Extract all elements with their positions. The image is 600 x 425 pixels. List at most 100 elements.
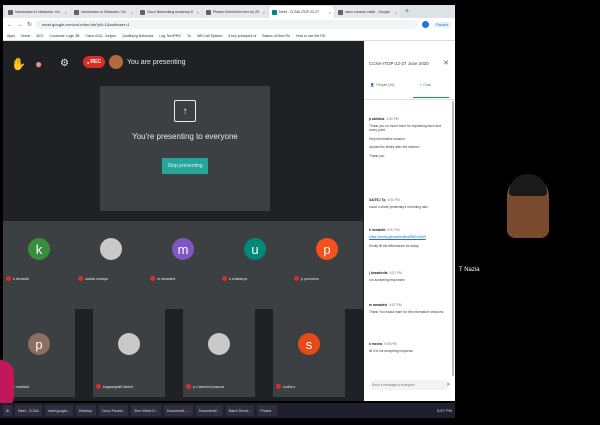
forward-icon[interactable]: →: [17, 22, 23, 28]
participant-tile[interactable]: sadulu madipa: [75, 221, 147, 309]
bookmark-item[interactable]: Home: [21, 34, 30, 38]
reload-icon[interactable]: ↻: [27, 21, 32, 28]
tab-chat[interactable]: ▪ Chat: [420, 83, 431, 87]
bookmark-item[interactable]: Yo: [187, 34, 191, 38]
bookmark-item[interactable]: Will Call System: [197, 34, 222, 38]
browser-tab[interactable]: Please Submit the form by 25 ×: [203, 6, 268, 18]
screen: Introduction to Networks- Cis × Introduct…: [0, 0, 600, 425]
participant-tile[interactable]: kupparapalli lokesh: [93, 309, 165, 397]
chat-message: m ramadevi 5:57 PM Thank You Nazia mam fo…: [369, 303, 449, 314]
chat-message: j bezadevila 5:51 PM not accepting respon…: [369, 271, 449, 282]
message-text: Kindly fill the Attendance for today: [369, 244, 419, 249]
close-icon[interactable]: ✕: [443, 59, 449, 67]
close-tab-icon[interactable]: ×: [131, 10, 133, 15]
participant-name-text: u chaitanya: [229, 276, 247, 281]
taskbar-item[interactable]: Zero Week O...: [131, 405, 161, 416]
back-icon[interactable]: ←: [7, 22, 13, 28]
participant-tile[interactable]: m m ramadevi: [147, 221, 219, 309]
message-sender: m ramadevi: [369, 303, 388, 307]
message-time: 5:51 PM: [389, 271, 402, 275]
close-tab-icon[interactable]: ×: [197, 10, 199, 15]
close-tab-icon[interactable]: ×: [263, 10, 265, 15]
paused-badge[interactable]: Paused: [433, 21, 451, 28]
stop-presenting-button[interactable]: Stop presenting: [162, 158, 208, 174]
taskbar-item[interactable]: Desktop: [75, 405, 96, 416]
mic-off-icon: [150, 276, 155, 281]
browser-tab[interactable]: cisco console cable - Google ×: [335, 6, 400, 18]
close-tab-icon[interactable]: ×: [329, 10, 331, 15]
participant-name: u chaitanya: [222, 276, 247, 281]
send-icon[interactable]: ➤: [446, 381, 451, 388]
attendance-form-link[interactable]: https://forms.gle/xxaNndbxaPBEuVbz9: [369, 235, 449, 240]
mic-off-icon: [6, 276, 11, 281]
bookmark-item[interactable]: Customer Login 3B: [50, 34, 80, 38]
participant-name-text: m ramadevi: [157, 276, 176, 281]
browser-tab-bar: Introduction to Networks- Cis × Introduct…: [3, 5, 455, 18]
bookmark-item[interactable]: Apps: [7, 34, 15, 38]
participant-name: kupparapalli lokesh: [96, 384, 133, 389]
start-icon[interactable]: ⊞: [3, 405, 12, 416]
message-text: could u share yesterday's recording also: [369, 204, 428, 209]
present-screen-icon: ↑: [174, 100, 196, 122]
taskbar-item[interactable]: Batch Servic...: [225, 405, 255, 416]
presenter-hair: [509, 174, 547, 196]
raise-hand-icon[interactable]: ✋: [11, 57, 26, 71]
taskbar-item[interactable]: Document1 -...: [163, 405, 193, 416]
browser-tab[interactable]: Introduction to Networks- Cis ×: [71, 6, 136, 18]
participant-tile[interactable]: u u chaitanya: [219, 221, 291, 309]
bookmark-item[interactable]: Basics of New Ro: [262, 34, 290, 38]
bookmark-item[interactable]: Qualifying Networks: [122, 34, 153, 38]
bookmark-item[interactable]: ACS: [36, 34, 43, 38]
meet-stage: ✋ ● ⚙ ● REC You are presenting ↑ You're p…: [3, 41, 364, 401]
presenter-name: T Nazia: [459, 267, 480, 273]
tab-people[interactable]: 👤 People (20): [370, 83, 394, 87]
address-bar: ← → ↻ meet.google.com/cvf-mfnn-bfn?pli=1…: [3, 18, 455, 31]
favicon-icon: [74, 9, 79, 15]
message-time: 5:51 PM: [387, 228, 400, 232]
mic-off-icon: [96, 384, 101, 389]
person-icon[interactable]: ●: [35, 57, 42, 71]
chat-panel: CCNA-ITDP-22-27 June 2020 ✕ 👤 People (20)…: [364, 41, 455, 401]
bookmark-item[interactable]: Log TechPRO: [159, 34, 181, 38]
taskbar-item[interactable]: Photos: [257, 405, 278, 416]
tab-chat-label: Chat: [423, 83, 431, 87]
profile-avatar[interactable]: [422, 21, 430, 28]
url-field[interactable]: meet.google.com/cvf-mfnn-bfn?pli=1&authu…: [36, 20, 419, 29]
browser-tab[interactable]: Cisco Networking Academy D ×: [137, 6, 202, 18]
chat-message: k hemanth 5:51 PM https://forms.gle/xxaNn…: [369, 228, 449, 249]
participant-photo: [118, 333, 140, 355]
close-tab-icon[interactable]: ×: [395, 10, 397, 15]
message-sender: p abhisha: [369, 117, 385, 121]
taskbar-item[interactable]: meet.google...: [44, 405, 73, 416]
participant-tile[interactable]: s sudha s: [273, 309, 345, 397]
bookmark-item[interactable]: How to use the RD: [296, 34, 325, 38]
participant-name-text: p madhavi: [13, 384, 30, 389]
active-tab-indicator: [413, 97, 449, 98]
close-tab-icon[interactable]: ×: [65, 10, 67, 15]
mic-off-icon: [186, 384, 191, 389]
taskbar-item[interactable]: Meet - CCNA: [14, 405, 42, 416]
tab-title: Meet - CCNA-ITDP-22-27: [279, 10, 320, 14]
participant-photo: [208, 333, 230, 355]
bookmark-item[interactable]: Cisco ASA : Juniper: [86, 34, 117, 38]
new-tab-button[interactable]: +: [401, 6, 413, 18]
message-sender: SAITEJ Tp: [369, 198, 386, 202]
participant-tile[interactable]: k k hemanth: [3, 221, 75, 309]
message-time: 4:50 PM: [387, 198, 400, 202]
settings-icon[interactable]: ⚙: [60, 58, 69, 69]
meet-top-bar: ✋ ● ⚙ ● REC You are presenting: [3, 41, 364, 85]
participant-tile[interactable]: p p poornima: [291, 221, 363, 309]
taskbar-item[interactable]: Cisco Packet...: [98, 405, 129, 416]
tab-title: Introduction to Networks- Cis: [81, 10, 126, 14]
bookmark-item[interactable]: 8 key principles of: [228, 34, 256, 38]
participant-name-text: kupparapalli lokesh: [103, 384, 133, 389]
favicon-icon: [140, 9, 145, 15]
chat-message-input[interactable]: Send a message to everyone: [369, 380, 449, 390]
message-sender: k hemanth: [369, 228, 386, 232]
taskbar-item[interactable]: Document2...: [195, 405, 223, 416]
participant-tile[interactable]: p v lakshmi prasuna: [183, 309, 255, 397]
message-time: 4:50 PM: [386, 117, 399, 121]
browser-tab-active[interactable]: Meet - CCNA-ITDP-22-27 ×: [269, 6, 334, 18]
browser-tab[interactable]: Introduction to Networks- Cis ×: [5, 6, 70, 18]
chat-scrollbar[interactable]: [452, 101, 454, 376]
